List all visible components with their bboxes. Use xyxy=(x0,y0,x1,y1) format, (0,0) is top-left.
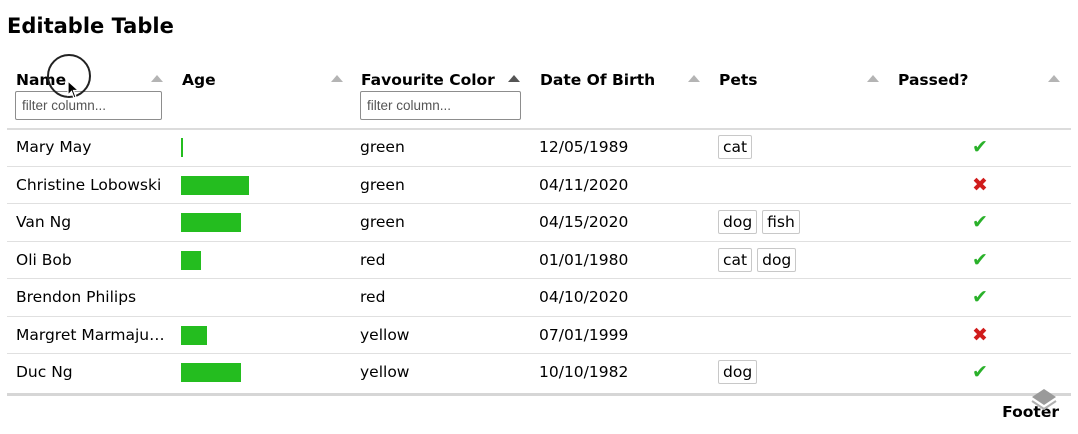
name-cell[interactable]: Oli Bob xyxy=(16,242,166,279)
age-cell[interactable] xyxy=(181,288,331,307)
table-footer: Footer xyxy=(1002,403,1059,421)
sort-arrow-icon[interactable] xyxy=(331,75,343,82)
date-of-birth-cell[interactable]: 01/01/1980 xyxy=(539,242,628,279)
column-title-passed: Passed? xyxy=(898,71,969,89)
favourite-color-cell[interactable]: yellow xyxy=(360,354,409,391)
pet-tag: dog xyxy=(718,360,758,384)
date-of-birth-cell[interactable]: 04/10/2020 xyxy=(539,279,628,316)
favourite-color-cell[interactable]: yellow xyxy=(360,317,409,354)
pets-cell[interactable]: dog xyxy=(718,360,762,385)
table-row[interactable]: Mary May green 12/05/1989 cat ✔ xyxy=(7,129,1071,167)
cross-icon[interactable]: ✖ xyxy=(967,167,993,204)
name-cell[interactable]: Margret Marmajuke xyxy=(16,317,166,354)
name-cell[interactable]: Christine Lobowski xyxy=(16,167,166,204)
check-icon[interactable]: ✔ xyxy=(967,204,993,241)
favourite-color-filter-input[interactable] xyxy=(360,91,521,120)
check-icon[interactable]: ✔ xyxy=(967,279,993,316)
sort-arrow-icon[interactable] xyxy=(1048,75,1060,82)
date-of-birth-cell[interactable]: 07/01/1999 xyxy=(539,317,628,354)
table-row[interactable]: Oli Bob red 01/01/1980 cat dog ✔ xyxy=(7,242,1071,279)
check-icon[interactable]: ✔ xyxy=(967,354,993,391)
column-header-name[interactable]: Name xyxy=(7,62,173,129)
table-row[interactable]: Brendon Philips red 04/10/2020 ✔ xyxy=(7,279,1071,317)
sort-arrow-icon[interactable] xyxy=(688,75,700,82)
column-title-date-of-birth: Date Of Birth xyxy=(540,71,656,89)
age-bar xyxy=(181,213,241,232)
age-cell[interactable] xyxy=(181,250,331,270)
age-bar xyxy=(181,250,201,270)
table-row[interactable]: Margret Marmajuke yellow 07/01/1999 ✖ xyxy=(7,317,1071,354)
age-bar xyxy=(181,363,241,382)
check-icon[interactable]: ✔ xyxy=(967,129,993,166)
pet-tag: dog xyxy=(718,210,758,234)
column-header-age[interactable]: Age xyxy=(173,62,352,129)
age-bar xyxy=(181,325,207,345)
pet-tag: fish xyxy=(762,210,800,234)
editable-table: Name Age Favourite Color Date Of Birth P… xyxy=(7,62,1071,392)
column-title-favourite-color: Favourite Color xyxy=(361,71,495,89)
table-header: Name Age Favourite Color Date Of Birth P… xyxy=(7,62,1071,130)
date-of-birth-cell[interactable]: 10/10/1982 xyxy=(539,354,628,391)
date-of-birth-cell[interactable]: 04/15/2020 xyxy=(539,204,628,241)
date-of-birth-cell[interactable]: 04/11/2020 xyxy=(539,167,628,204)
table-row[interactable]: Christine Lobowski green 04/11/2020 ✖ xyxy=(7,167,1071,204)
name-cell[interactable]: Van Ng xyxy=(16,204,166,241)
column-header-date-of-birth[interactable]: Date Of Birth xyxy=(531,62,710,129)
check-icon[interactable]: ✔ xyxy=(967,242,993,279)
favourite-color-cell[interactable]: green xyxy=(360,167,405,204)
name-cell[interactable]: Mary May xyxy=(16,129,166,166)
sort-arrow-icon[interactable] xyxy=(151,75,163,82)
pet-tag: dog xyxy=(757,247,797,272)
name-filter-input[interactable] xyxy=(15,91,162,120)
column-header-favourite-color[interactable]: Favourite Color xyxy=(352,62,531,129)
pet-tag: cat xyxy=(718,135,753,159)
pets-cell[interactable]: cat dog xyxy=(718,247,801,273)
age-cell[interactable] xyxy=(181,138,331,157)
column-header-passed[interactable]: Passed? xyxy=(889,62,1071,129)
age-cell[interactable] xyxy=(181,325,331,345)
footer-divider xyxy=(7,393,1071,396)
column-title-pets: Pets xyxy=(719,71,758,89)
page-title: Editable Table xyxy=(7,14,174,38)
sort-arrow-icon[interactable] xyxy=(508,75,520,82)
age-bar xyxy=(181,175,249,195)
age-cell[interactable] xyxy=(181,213,331,232)
favourite-color-cell[interactable]: red xyxy=(360,279,385,316)
pets-cell[interactable]: dog fish xyxy=(718,210,805,235)
table-row[interactable]: Van Ng green 04/15/2020 dog fish ✔ xyxy=(7,204,1071,242)
table-body: Mary May green 12/05/1989 cat ✔ Christin… xyxy=(7,129,1071,392)
age-bar xyxy=(181,138,183,157)
column-title-age: Age xyxy=(182,71,216,89)
name-cell[interactable]: Duc Ng xyxy=(16,354,166,391)
pets-cell[interactable]: cat xyxy=(718,135,757,160)
sort-arrow-icon[interactable] xyxy=(867,75,879,82)
cross-icon[interactable]: ✖ xyxy=(967,317,993,354)
pet-tag: cat xyxy=(718,247,753,272)
favourite-color-cell[interactable]: red xyxy=(360,242,385,279)
column-header-pets[interactable]: Pets xyxy=(710,62,889,129)
favourite-color-cell[interactable]: green xyxy=(360,129,405,166)
column-title-name: Name xyxy=(16,71,67,89)
name-cell[interactable]: Brendon Philips xyxy=(16,279,166,316)
date-of-birth-cell[interactable]: 12/05/1989 xyxy=(539,129,628,166)
age-cell[interactable] xyxy=(181,363,331,382)
age-cell[interactable] xyxy=(181,175,331,195)
favourite-color-cell[interactable]: green xyxy=(360,204,405,241)
table-row[interactable]: Duc Ng yellow 10/10/1982 dog ✔ xyxy=(7,354,1071,392)
